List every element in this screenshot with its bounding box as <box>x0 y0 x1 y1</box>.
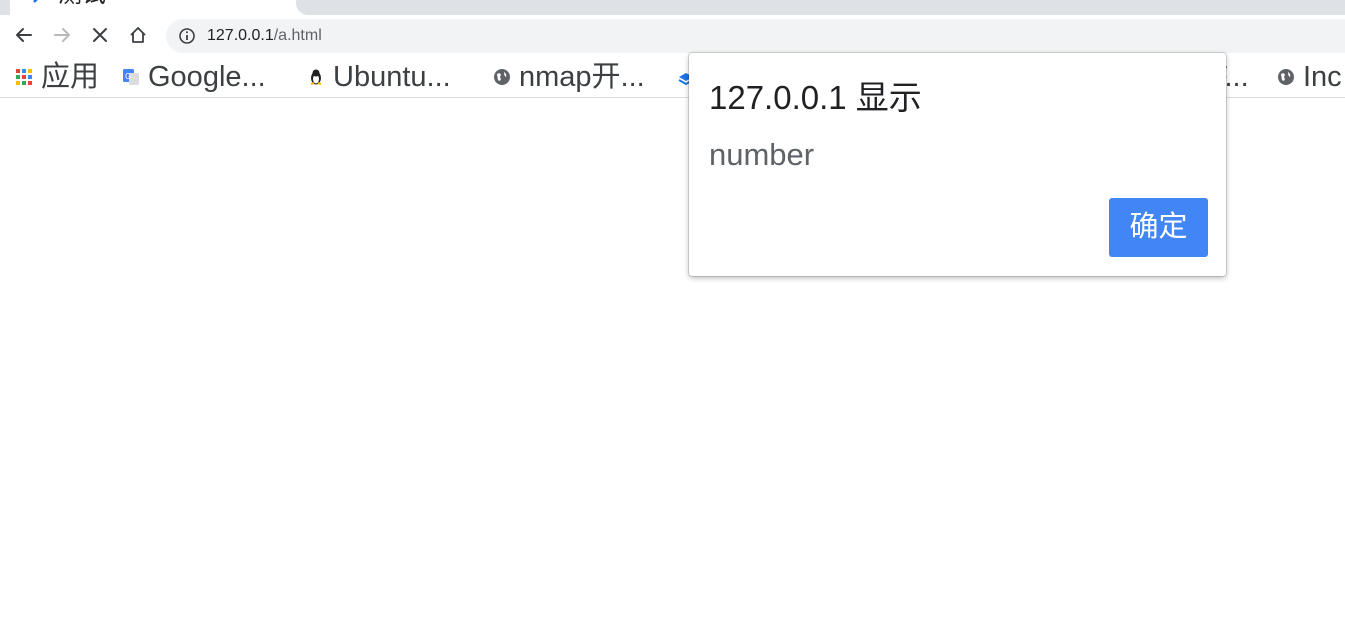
bookmark-nmap-label: nmap开... <box>519 61 645 93</box>
apps-grid-icon <box>16 69 32 85</box>
alert-dialog: 127.0.0.1 显示 number 确定 <box>689 53 1226 276</box>
back-button[interactable] <box>8 19 40 51</box>
home-button[interactable] <box>122 19 154 51</box>
arrow-favicon-icon <box>32 0 46 7</box>
bookmark-ubuntu[interactable]: Ubuntu... <box>307 57 451 97</box>
bookmark-nmap[interactable]: nmap开... <box>493 57 645 97</box>
forward-button[interactable] <box>46 19 78 51</box>
forward-arrow-icon <box>54 28 70 42</box>
dialog-title: 127.0.0.1 显示 <box>709 79 922 116</box>
bookmark-inc[interactable]: Inc <box>1277 57 1342 97</box>
info-icon[interactable] <box>178 27 196 45</box>
browser-toolbar: 127.0.0.1/a.html <box>0 15 1345 57</box>
bookmark-google[interactable]: G Google... <box>122 57 266 97</box>
dialog-message: number <box>709 137 815 172</box>
bookmark-ubuntu-label: Ubuntu... <box>333 61 451 93</box>
tab-strip: 测试 <box>0 0 1345 15</box>
penguin-icon <box>310 69 322 85</box>
stop-icon <box>93 28 107 42</box>
url-path: /a.html <box>273 27 322 44</box>
address-bar[interactable]: 127.0.0.1/a.html <box>166 19 1345 53</box>
tab-active[interactable]: 测试 <box>10 0 296 15</box>
bookmark-inc-label: Inc <box>1303 61 1342 93</box>
bookmark-apps[interactable]: 应用 <box>15 57 99 97</box>
url-text[interactable]: 127.0.0.1/a.html <box>207 26 322 46</box>
bookmark-apps-label: 应用 <box>41 61 100 93</box>
url-host: 127.0.0.1 <box>207 27 274 44</box>
globe-icon <box>1278 69 1294 85</box>
bookmark-google-label: Google... <box>148 61 266 93</box>
stop-button[interactable] <box>84 19 116 51</box>
browser-window: 测试 <box>0 0 1345 636</box>
google-translate-icon: G <box>123 69 139 85</box>
ok-button[interactable]: 确定 <box>1109 198 1208 257</box>
tab-corner-divider <box>296 0 310 15</box>
back-arrow-icon <box>16 28 32 42</box>
home-icon <box>130 27 146 43</box>
globe-icon <box>494 69 510 85</box>
tab-title: 测试 <box>58 0 106 8</box>
svg-text:G: G <box>125 72 131 81</box>
